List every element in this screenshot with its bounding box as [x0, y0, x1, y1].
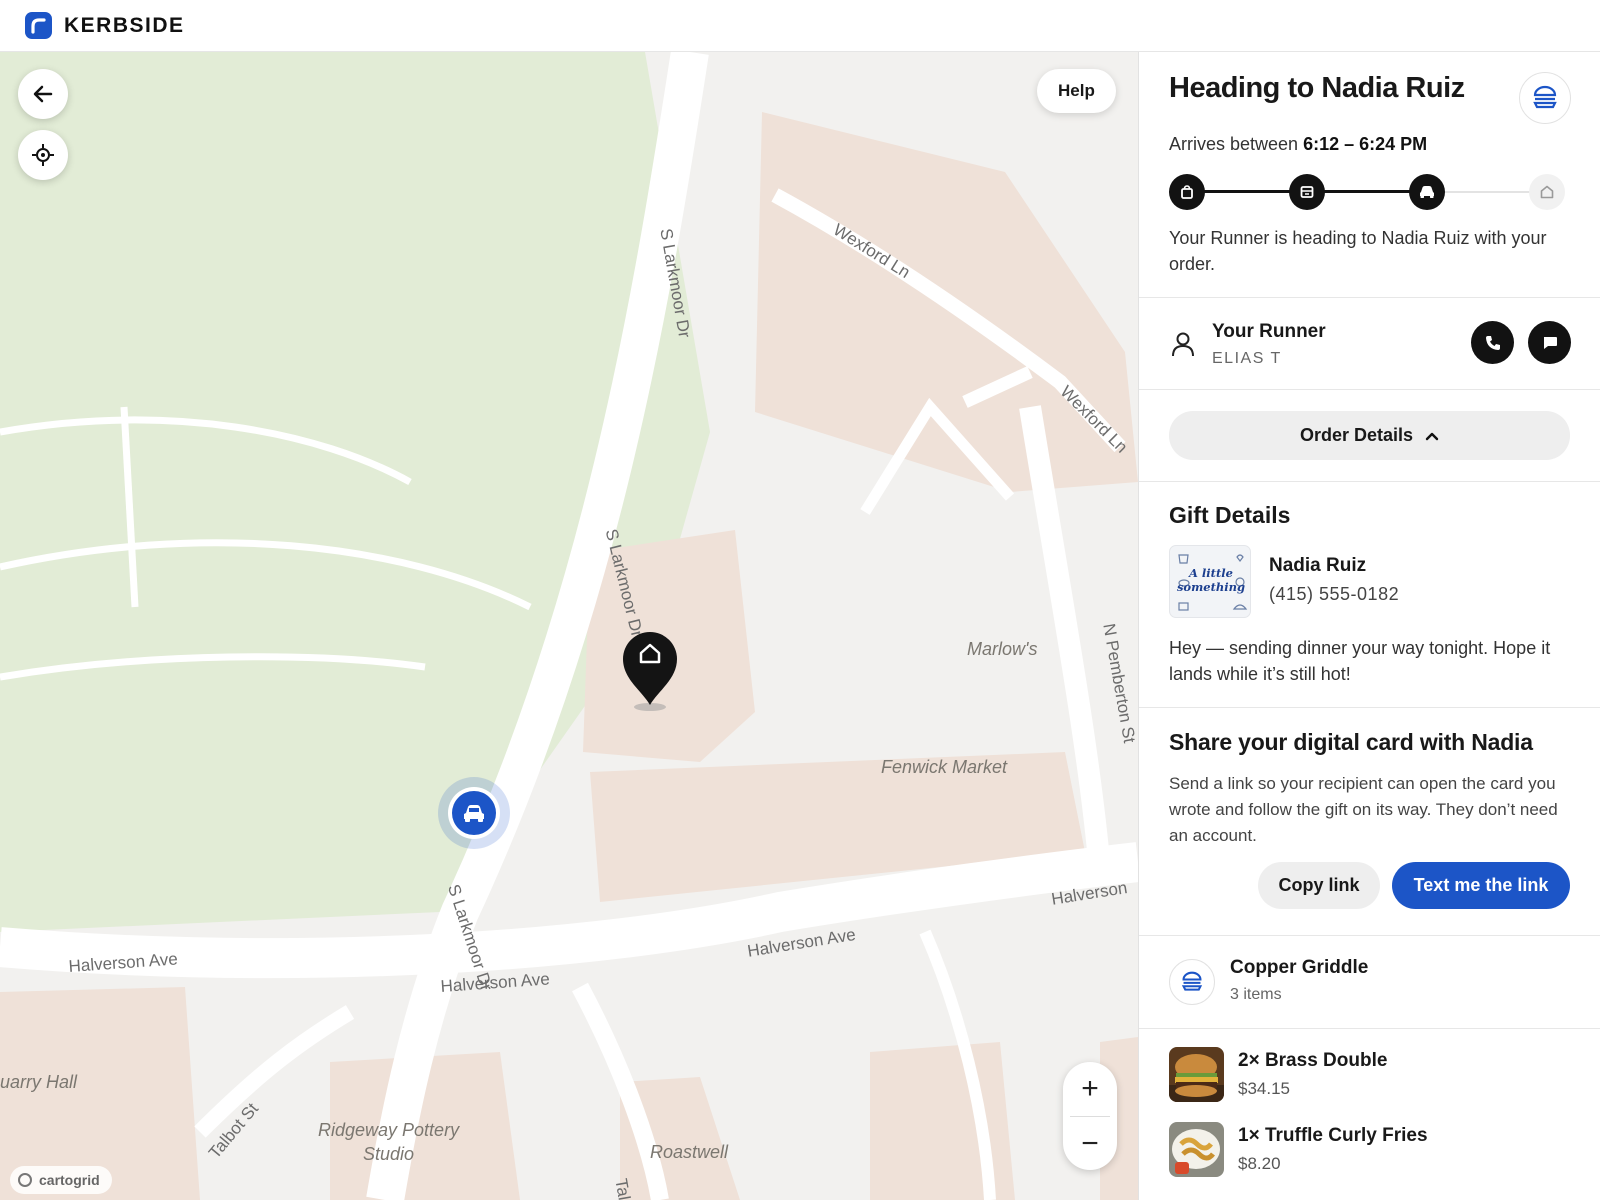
gift-details-section: Gift Details A little something Nadia Ru…	[1139, 482, 1600, 708]
gift-card-text: A little something	[1170, 566, 1252, 594]
chat-icon	[1543, 336, 1557, 349]
zoom-in-button[interactable]: +	[1063, 1062, 1117, 1116]
recipient-name: Nadia Ruiz	[1269, 555, 1367, 576]
progress-tracker	[1169, 174, 1565, 210]
arrival-prefix: Arrives between	[1169, 134, 1299, 154]
arrow-left-icon	[33, 85, 53, 103]
attribution-text: cartogrid	[39, 1172, 100, 1188]
recenter-button[interactable]	[18, 130, 68, 180]
place-label: Ridgeway Pottery	[318, 1120, 460, 1140]
item-title: 1× Truffle Curly Fries	[1238, 1125, 1428, 1146]
car-icon	[452, 791, 496, 835]
message-runner-button[interactable]	[1528, 321, 1571, 364]
order-items-list: 2× Brass Double $34.15 1× Truffle Curly …	[1139, 1029, 1600, 1199]
arrival-window: Arrives between 6:12 – 6:24 PM	[1169, 131, 1427, 157]
home-icon	[1540, 185, 1554, 199]
truffle-fries-image	[1169, 1122, 1224, 1177]
runner-location-marker[interactable]	[438, 777, 510, 849]
burger-icon	[1533, 85, 1557, 109]
brand-name[interactable]: KERBSIDE	[64, 14, 185, 38]
item-price: $8.20	[1238, 1154, 1281, 1173]
car-icon	[1420, 186, 1434, 198]
map-view[interactable]: S Larkmoor Dr S Larkmoor Dr S Larkmoor D…	[0, 52, 1138, 1200]
bag-icon	[1181, 185, 1193, 199]
status-title: Heading to Nadia Ruiz	[1169, 72, 1465, 104]
runner-name: ELIAS T	[1212, 350, 1282, 367]
place-label: Marlow's	[967, 639, 1038, 659]
back-button[interactable]	[18, 69, 68, 119]
gift-message: Hey — sending dinner your way tonight. H…	[1169, 638, 1551, 684]
status-section: Heading to Nadia Ruiz Arrives between 6:…	[1139, 52, 1600, 298]
step-delivered	[1529, 174, 1565, 210]
gift-card-line1: A little	[1189, 566, 1233, 580]
step-restaurant	[1289, 174, 1325, 210]
place-label: uarry Hall	[0, 1072, 78, 1092]
status-description: Your Runner is heading to Nadia Ruiz wit…	[1169, 228, 1547, 274]
crosshair-icon	[32, 144, 54, 166]
runner-section: Your Runner ELIAS T	[1139, 298, 1600, 390]
copy-link-button[interactable]: Copy link	[1258, 862, 1380, 909]
chevron-up-icon	[1425, 432, 1439, 440]
item-price: $34.15	[1238, 1079, 1290, 1098]
share-heading: Share your digital card with Nadia	[1169, 729, 1533, 755]
place-label: Roastwell	[650, 1142, 729, 1162]
share-body: Send a link so your recipient can open t…	[1169, 774, 1558, 845]
restaurant-logo	[1169, 959, 1215, 1005]
map-canvas[interactable]	[0, 52, 1138, 1200]
gift-card-thumbnail[interactable]: A little something	[1169, 545, 1251, 618]
arrival-time: 6:12 – 6:24 PM	[1303, 134, 1428, 154]
gift-card-line2: something	[1176, 580, 1246, 594]
kerbside-logo-icon[interactable]	[25, 12, 52, 39]
list-item[interactable]: 1× Truffle Curly Fries $8.20	[1169, 1122, 1569, 1179]
zoom-controls: + −	[1063, 1062, 1117, 1170]
share-card-section: Share your digital card with Nadia Send …	[1139, 708, 1600, 936]
restaurant-item-count: 3 items	[1230, 986, 1282, 1003]
order-details-toggle[interactable]: Order Details	[1169, 411, 1570, 460]
burger-icon	[1181, 971, 1203, 991]
store-icon	[1300, 186, 1314, 198]
restaurant-name: Copper Griddle	[1230, 957, 1369, 978]
order-details-label: Order Details	[1299, 425, 1414, 445]
street-label: Tal	[611, 1177, 634, 1200]
call-runner-button[interactable]	[1471, 321, 1514, 364]
attribution-logo-icon	[18, 1173, 32, 1187]
zoom-out-button[interactable]: −	[1063, 1117, 1117, 1170]
map-attribution[interactable]: cartogrid	[10, 1166, 112, 1194]
step-picked-up	[1169, 174, 1205, 210]
brass-double-image	[1169, 1047, 1224, 1102]
help-button[interactable]: Help	[1037, 69, 1116, 113]
item-title: 2× Brass Double	[1238, 1050, 1388, 1071]
recipient-phone: (415) 555-0182	[1269, 584, 1400, 604]
person-icon	[1172, 332, 1194, 357]
place-label: Studio	[363, 1144, 415, 1164]
gift-details-heading: Gift Details	[1169, 502, 1291, 528]
runner-heading: Your Runner	[1212, 321, 1326, 342]
destination-pin[interactable]	[620, 629, 680, 713]
restaurant-section: Copper Griddle 3 items	[1139, 936, 1600, 1029]
top-bar: KERBSIDE	[0, 0, 1600, 52]
order-details-section: Order Details	[1139, 390, 1600, 482]
place-label: Fenwick Market	[881, 757, 1008, 777]
step-on-the-way	[1409, 174, 1445, 210]
order-tracking-panel: Heading to Nadia Ruiz Arrives between 6:…	[1138, 52, 1600, 1200]
phone-icon	[1485, 335, 1500, 350]
restaurant-avatar[interactable]	[1519, 72, 1571, 124]
text-me-link-button[interactable]: Text me the link	[1392, 862, 1570, 909]
list-item[interactable]: 2× Brass Double $34.15	[1169, 1047, 1569, 1104]
